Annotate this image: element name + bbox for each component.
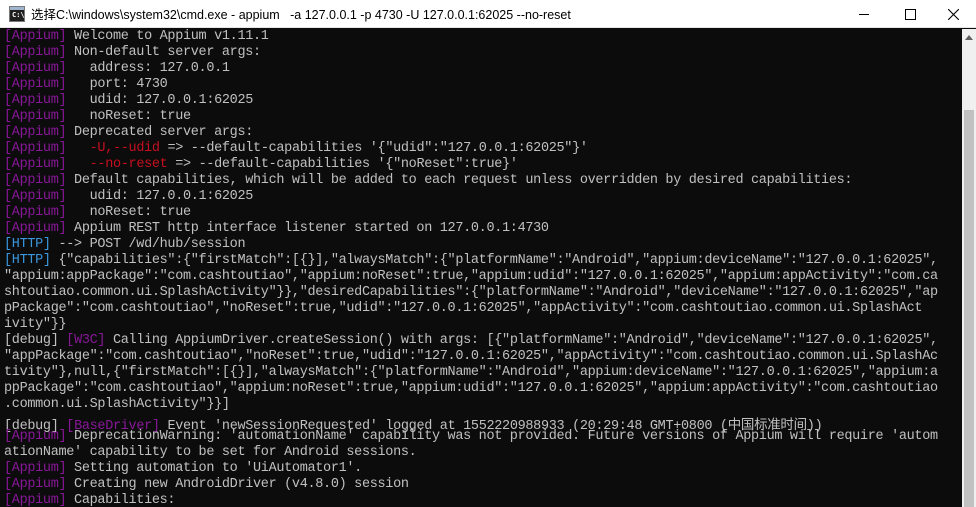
console-text: => --default-capabilities '{"udid":"127.… [159, 141, 588, 156]
appium-tag: [Appium] [4, 477, 67, 492]
console-text: {"capabilities":{"firstMatch":[{}],"alwa… [50, 253, 938, 268]
title-bar[interactable]: C:\ 选择C:\windows\system32\cmd.exe - appi… [0, 0, 976, 28]
console-text: Deprecated server args: [66, 125, 254, 140]
console-line: [Appium] udid: 127.0.0.1:62025 [0, 189, 962, 205]
console-text: Welcome to Appium v1.11.1 [66, 29, 269, 44]
console-line: [Appium] Default capabilities, which wil… [0, 173, 962, 189]
console-text: address: 127.0.0.1 [66, 61, 230, 76]
console-text: "appPackage":"com.cashtoutiao","noReset"… [4, 349, 938, 364]
console-line: [Appium] --no-reset => --default-capabil… [0, 157, 962, 173]
appium-tag: [Appium] [4, 189, 67, 204]
console-text: Calling AppiumDriver.createSession() wit… [105, 333, 938, 348]
console-text: Appium REST http interface listener star… [66, 221, 549, 236]
console-line: [Appium] Appium REST http interface list… [0, 221, 962, 237]
console-text: .common.ui.SplashActivity"}}] [4, 397, 230, 412]
scroll-up-arrow-icon [965, 34, 973, 40]
console-line: [Appium] Deprecated server args: [0, 125, 962, 141]
console-text: tivity"},null,{"firstMatch":[{}],"always… [4, 365, 938, 380]
appium-tag: [Appium] [4, 45, 67, 60]
http-tag: [HTTP] [4, 237, 51, 252]
appium-tag: [Appium] [4, 141, 67, 156]
console-line: [debug] [W3C] Calling AppiumDriver.creat… [0, 333, 962, 349]
window-title: 选择C:\windows\system32\cmd.exe - appium -… [31, 8, 571, 22]
maximize-button[interactable] [887, 0, 933, 28]
minimize-button[interactable] [841, 0, 887, 28]
console-line: [Appium] Welcome to Appium v1.11.1 [0, 29, 962, 45]
console-line: "appPackage":"com.cashtoutiao","noReset"… [0, 349, 962, 365]
console-line: ivity"}} [0, 317, 962, 333]
appium-tag: [Appium] [4, 221, 67, 236]
appium-tag: [Appium] [4, 205, 67, 220]
console-text: noReset: true [66, 205, 191, 220]
console-line: [Appium] Capabilities: [0, 493, 962, 507]
debug-tag: [debug] [4, 333, 59, 348]
console-output[interactable]: [Appium] Welcome to Appium v1.11.1 [Appiu… [0, 29, 962, 507]
console-text: udid: 127.0.0.1:62025 [66, 189, 254, 204]
console-text: Capabilities: [66, 493, 176, 507]
scrollbar-thumb[interactable] [964, 110, 974, 507]
http-tag: [HTTP] [4, 253, 51, 268]
appium-tag: [Appium] [4, 109, 67, 124]
close-button[interactable] [930, 0, 976, 28]
console-text: "appium:appPackage":"com.cashtoutiao","a… [4, 269, 938, 284]
console-line: [Appium] Creating new AndroidDriver (v4.… [0, 477, 962, 493]
console-text: Setting automation to 'UiAutomator1'. [66, 461, 362, 476]
minimize-icon [858, 13, 869, 15]
console-text: Default capabilities, which will be adde… [66, 173, 853, 188]
appium-tag: [Appium] [4, 61, 67, 76]
console-text: ppPackage":"com.cashtoutiao","appium:noR… [4, 381, 938, 396]
console-text: Creating new AndroidDriver (v4.8.0) sess… [66, 477, 409, 492]
red: --no-reset [89, 157, 168, 172]
vertical-scrollbar[interactable] [962, 29, 976, 507]
maximize-icon [904, 8, 916, 20]
appium-tag: [Appium] [4, 125, 67, 140]
console-line: "appium:appPackage":"com.cashtoutiao","a… [0, 269, 962, 285]
console-text: pPackage":"com.cashtoutiao","noReset":tr… [4, 301, 923, 316]
console-line: [Appium] Setting automation to 'UiAutoma… [0, 461, 962, 477]
console-line: [Appium] udid: 127.0.0.1:62025 [0, 93, 962, 109]
appium-tag: [Appium] [4, 93, 67, 108]
console-line: pPackage":"com.cashtoutiao","noReset":tr… [0, 301, 962, 317]
close-icon [947, 8, 959, 20]
console-line: [debug] [BaseDriver] Event 'newSessionRe… [0, 413, 962, 434]
cmd-window: C:\ 选择C:\windows\system32\cmd.exe - appi… [0, 0, 976, 507]
console-line: [Appium] Non-default server args: [0, 45, 962, 61]
console-text: Non-default server args: [66, 45, 261, 60]
appium-tag: [Appium] [4, 429, 67, 444]
appium-tag: [Appium] [4, 77, 67, 92]
console-line: ppPackage":"com.cashtoutiao","appium:noR… [0, 381, 962, 397]
console-text: => --default-capabilities '{"noReset":tr… [167, 157, 518, 172]
console-text: shtoutiao.common.ui.SplashActivity"}},"d… [4, 285, 938, 300]
appium-tag: [Appium] [4, 29, 67, 44]
console-text: ationName' capability to be set for Andr… [4, 445, 417, 460]
scroll-up-button[interactable] [962, 29, 976, 45]
console-line: ationName' capability to be set for Andr… [0, 445, 962, 461]
console-text: DeprecationWarning: 'automationName' cap… [66, 429, 938, 444]
console-line: [HTTP] {"capabilities":{"firstMatch":[{}… [0, 253, 962, 269]
red: -U,--udid [89, 141, 160, 156]
appium-tag: [Appium] [4, 157, 67, 172]
console-text: port: 4730 [66, 77, 168, 92]
console-text: udid: 127.0.0.1:62025 [66, 93, 254, 108]
appium-tag: [Appium] [4, 493, 67, 507]
console-text: noReset: true [66, 109, 191, 124]
console-line: [Appium] address: 127.0.0.1 [0, 61, 962, 77]
console-line: [Appium] noReset: true [0, 205, 962, 221]
console-line: [Appium] DeprecationWarning: 'automation… [0, 429, 962, 445]
console-line: [Appium] noReset: true [0, 109, 962, 125]
console-line: tivity"},null,{"firstMatch":[{}],"always… [0, 365, 962, 381]
console-line: [HTTP] --> POST /wd/hub/session [0, 237, 962, 253]
appium-tag: [Appium] [4, 173, 67, 188]
console-line: .common.ui.SplashActivity"}}] [0, 397, 962, 413]
console-line: [Appium] -U,--udid => --default-capabili… [0, 141, 962, 157]
console-line: [Appium] port: 4730 [0, 77, 962, 93]
console-text: --> POST /wd/hub/session [50, 237, 246, 252]
cmd-app-icon[interactable]: C:\ [9, 5, 25, 22]
appium-tag: [Appium] [4, 461, 67, 476]
console-text: ivity"}} [4, 317, 67, 332]
w3c-tag: [W3C] [66, 333, 106, 348]
console-line: shtoutiao.common.ui.SplashActivity"}},"d… [0, 285, 962, 301]
